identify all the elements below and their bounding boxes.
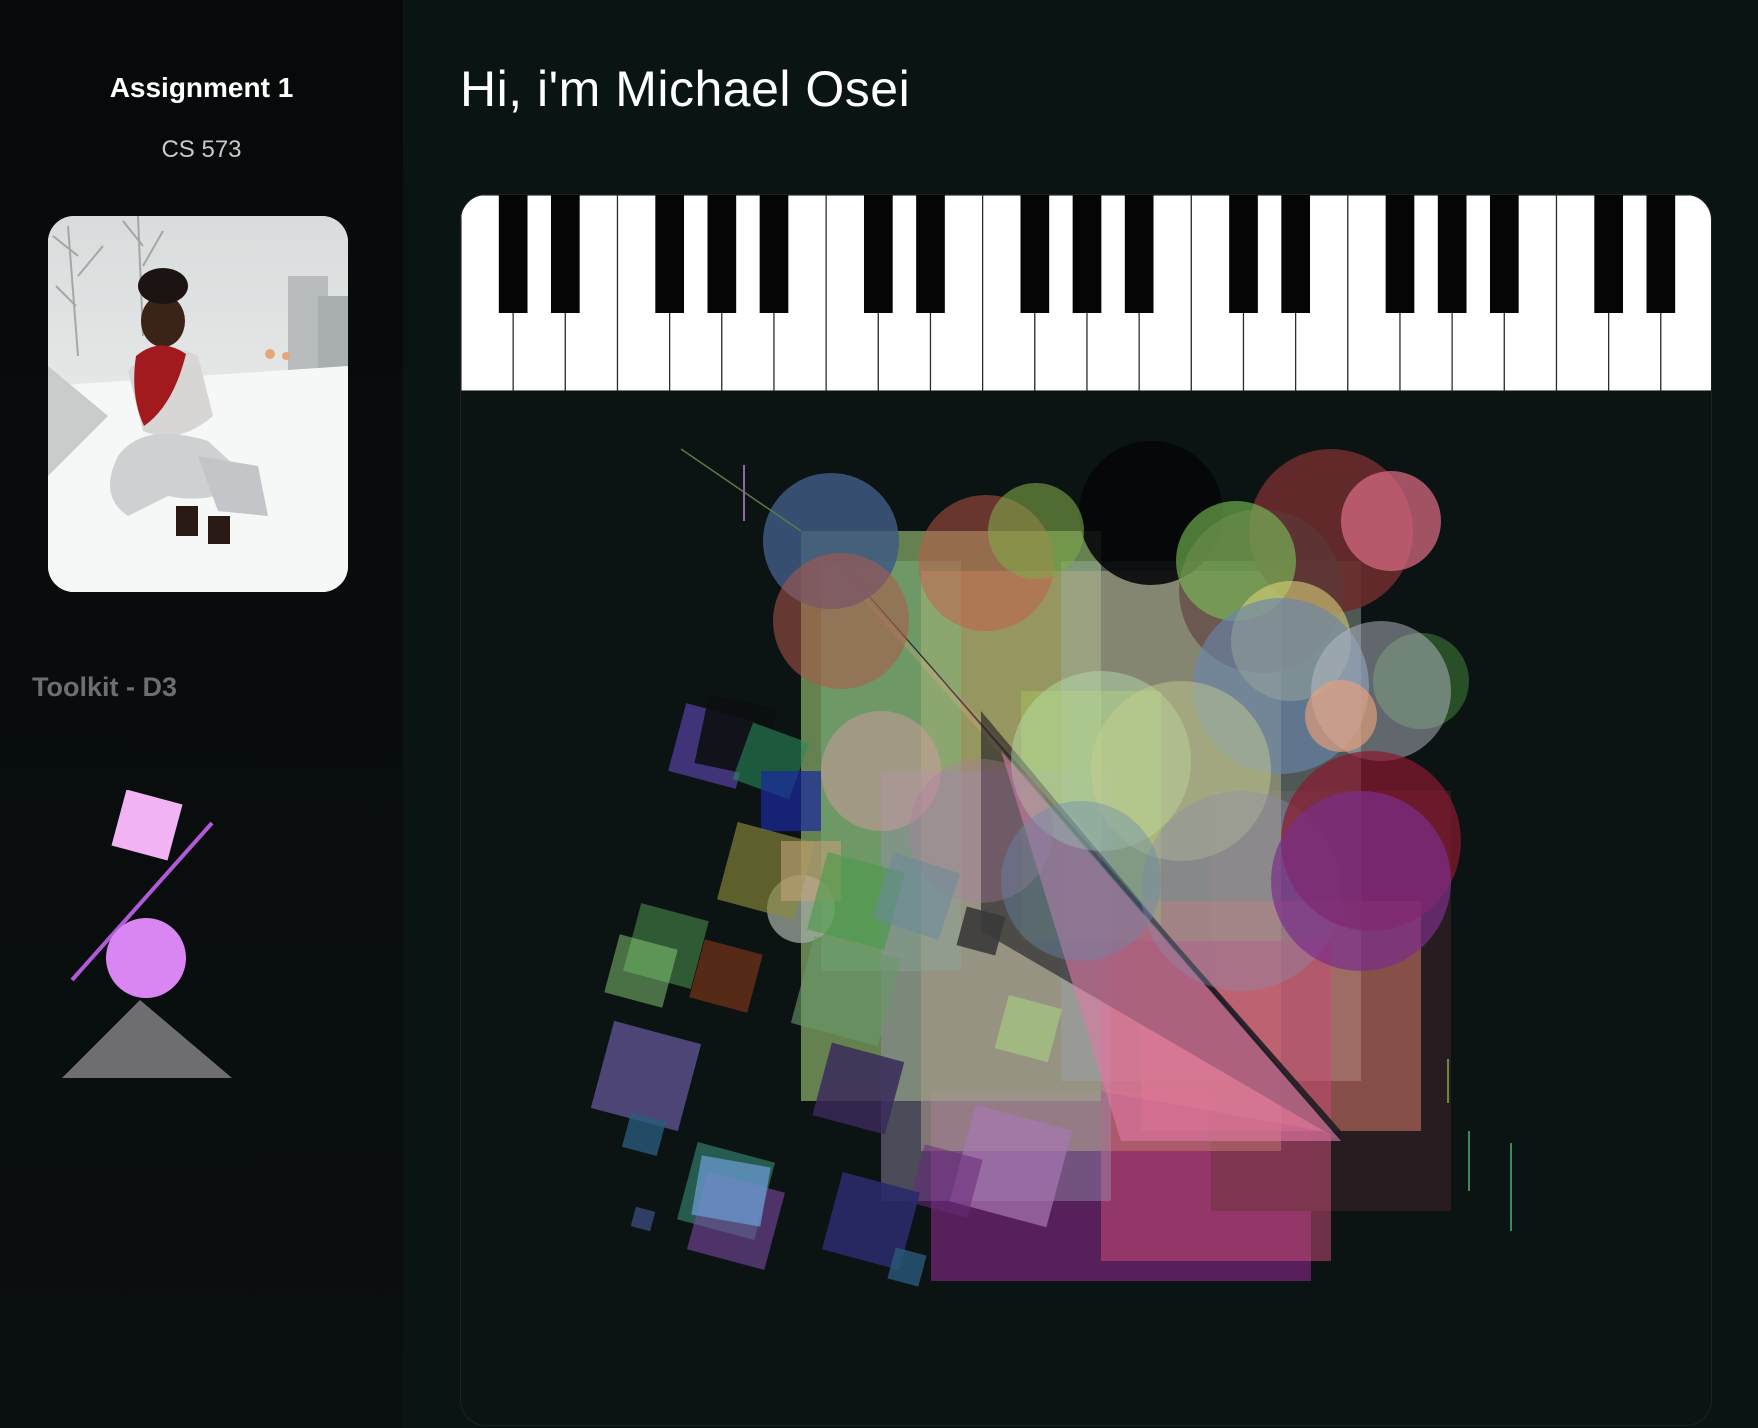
- art-shape: [988, 483, 1084, 579]
- profile-photo: [48, 216, 348, 592]
- piano-black-key[interactable]: [916, 195, 945, 313]
- toolkit-label: Toolkit - D3: [32, 672, 177, 702]
- sidebar: Assignment 1 CS 573 Toolkit - D3: [0, 0, 403, 1428]
- art-shape: [773, 553, 909, 689]
- profile-photo-image: [48, 216, 348, 592]
- art-shape: [691, 1155, 771, 1227]
- piano-black-key[interactable]: [1281, 195, 1311, 313]
- piano-keyboard[interactable]: [461, 195, 1712, 391]
- piano-black-key[interactable]: [498, 195, 528, 313]
- logo-square: [111, 790, 183, 861]
- d3-logo-icon: [62, 790, 232, 1078]
- art-line: [680, 448, 802, 532]
- piano-black-key[interactable]: [1072, 195, 1102, 313]
- piano-black-key[interactable]: [1489, 195, 1519, 313]
- piano-black-key[interactable]: [1229, 195, 1258, 313]
- app-root: Assignment 1 CS 573 Toolkit - D3 Hi, i'm…: [0, 0, 1758, 1428]
- art-shape: [1305, 680, 1377, 752]
- piano-black-key[interactable]: [759, 195, 789, 313]
- piano-black-key[interactable]: [1020, 195, 1050, 313]
- art-shape: [1341, 471, 1441, 571]
- generative-artwork: [590, 441, 1512, 1287]
- art-shape: [630, 1206, 656, 1232]
- assignment-title: Assignment 1: [109, 72, 294, 103]
- piano-black-key[interactable]: [863, 195, 893, 313]
- art-shape: [761, 771, 821, 831]
- logo-circle: [106, 918, 186, 998]
- piano-black-key[interactable]: [1437, 195, 1467, 313]
- piano-black-key[interactable]: [550, 195, 580, 313]
- piano-black-key[interactable]: [1385, 195, 1415, 313]
- logo-triangle: [62, 1000, 232, 1078]
- piano-black-key[interactable]: [1594, 195, 1624, 313]
- piano-black-key[interactable]: [655, 195, 685, 313]
- piano-black-key[interactable]: [707, 195, 737, 313]
- art-shape: [590, 1020, 702, 1132]
- piano-black-key[interactable]: [1646, 195, 1676, 313]
- course-code: CS 573: [161, 136, 242, 163]
- page-title: Hi, i'm Michael Osei: [460, 61, 911, 117]
- piano-black-key[interactable]: [1124, 195, 1154, 313]
- visual-panel: [460, 194, 1712, 1426]
